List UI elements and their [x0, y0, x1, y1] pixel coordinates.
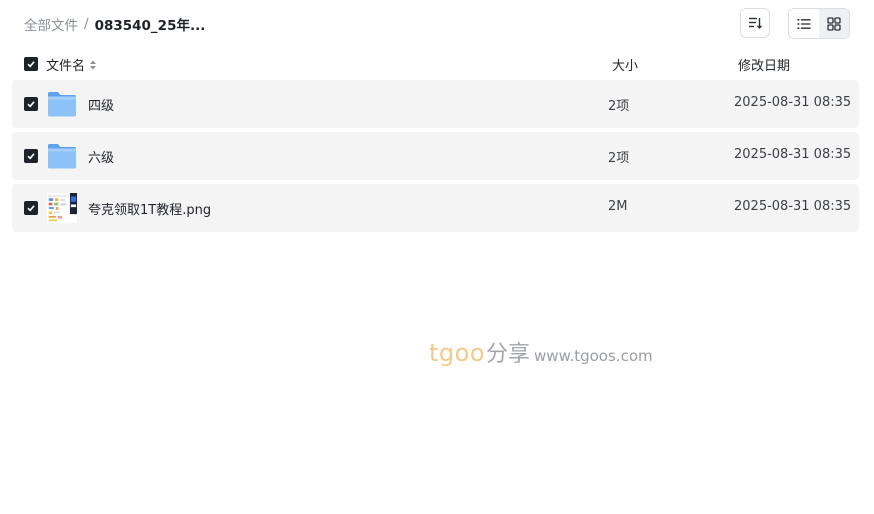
file-name[interactable]: 四级 — [88, 95, 114, 114]
table-header: 文件名 大小 修改日期 — [12, 52, 859, 76]
row-checkbox[interactable] — [24, 201, 38, 215]
sort-icon — [749, 17, 762, 29]
folder-icon — [48, 92, 76, 117]
column-header-size: 大小 — [612, 59, 639, 74]
watermark-brand: tgoo — [429, 339, 486, 367]
file-size: 2项 — [608, 151, 630, 166]
list-view-button[interactable] — [789, 9, 819, 38]
watermark: tgoo 分享 www.tgoos.com — [429, 336, 653, 368]
breadcrumb-separator: / — [84, 16, 89, 32]
folder-icon — [48, 144, 76, 169]
file-name[interactable]: 六级 — [88, 147, 114, 166]
breadcrumb-root-link[interactable]: 全部文件 — [24, 14, 78, 34]
row-checkbox[interactable] — [24, 97, 38, 111]
watermark-url: www.tgoos.com — [534, 347, 653, 365]
table-row[interactable]: 六级 2项 2025-08-31 08:35 — [12, 132, 859, 180]
view-mode-switch — [788, 8, 850, 39]
checkmark-icon — [27, 101, 35, 108]
column-header-name[interactable]: 文件名 — [46, 55, 97, 74]
column-header-date: 修改日期 — [738, 59, 791, 74]
select-all-checkbox[interactable] — [24, 57, 38, 71]
checkmark-icon — [27, 61, 35, 68]
table-row[interactable]: 夸克领取1T教程.png 2M 2025-08-31 08:35 — [12, 184, 859, 232]
file-size: 2M — [608, 199, 628, 214]
file-size: 2项 — [608, 99, 630, 114]
breadcrumb-current-folder: 083540_25年... — [94, 18, 206, 34]
grid-view-icon — [827, 16, 841, 31]
sort-button[interactable] — [740, 8, 770, 38]
file-name[interactable]: 夸克领取1T教程.png — [88, 199, 211, 218]
checkmark-icon — [27, 153, 35, 160]
file-date: 2025-08-31 08:35 — [734, 199, 852, 214]
grid-view-button[interactable] — [819, 9, 849, 38]
row-checkbox[interactable] — [24, 149, 38, 163]
list-view-icon — [797, 18, 811, 29]
breadcrumb: 全部文件 / 083540_25年... — [24, 14, 205, 34]
column-header-name-label: 文件名 — [46, 59, 86, 74]
table-row[interactable]: 四级 2项 2025-08-31 08:35 — [12, 80, 859, 128]
watermark-share: 分享 — [486, 342, 531, 367]
file-date: 2025-08-31 08:35 — [734, 147, 852, 162]
image-thumbnail-icon — [47, 193, 77, 223]
checkmark-icon — [27, 205, 35, 212]
file-date: 2025-08-31 08:35 — [734, 95, 852, 110]
sort-toggle-icon — [90, 60, 97, 69]
